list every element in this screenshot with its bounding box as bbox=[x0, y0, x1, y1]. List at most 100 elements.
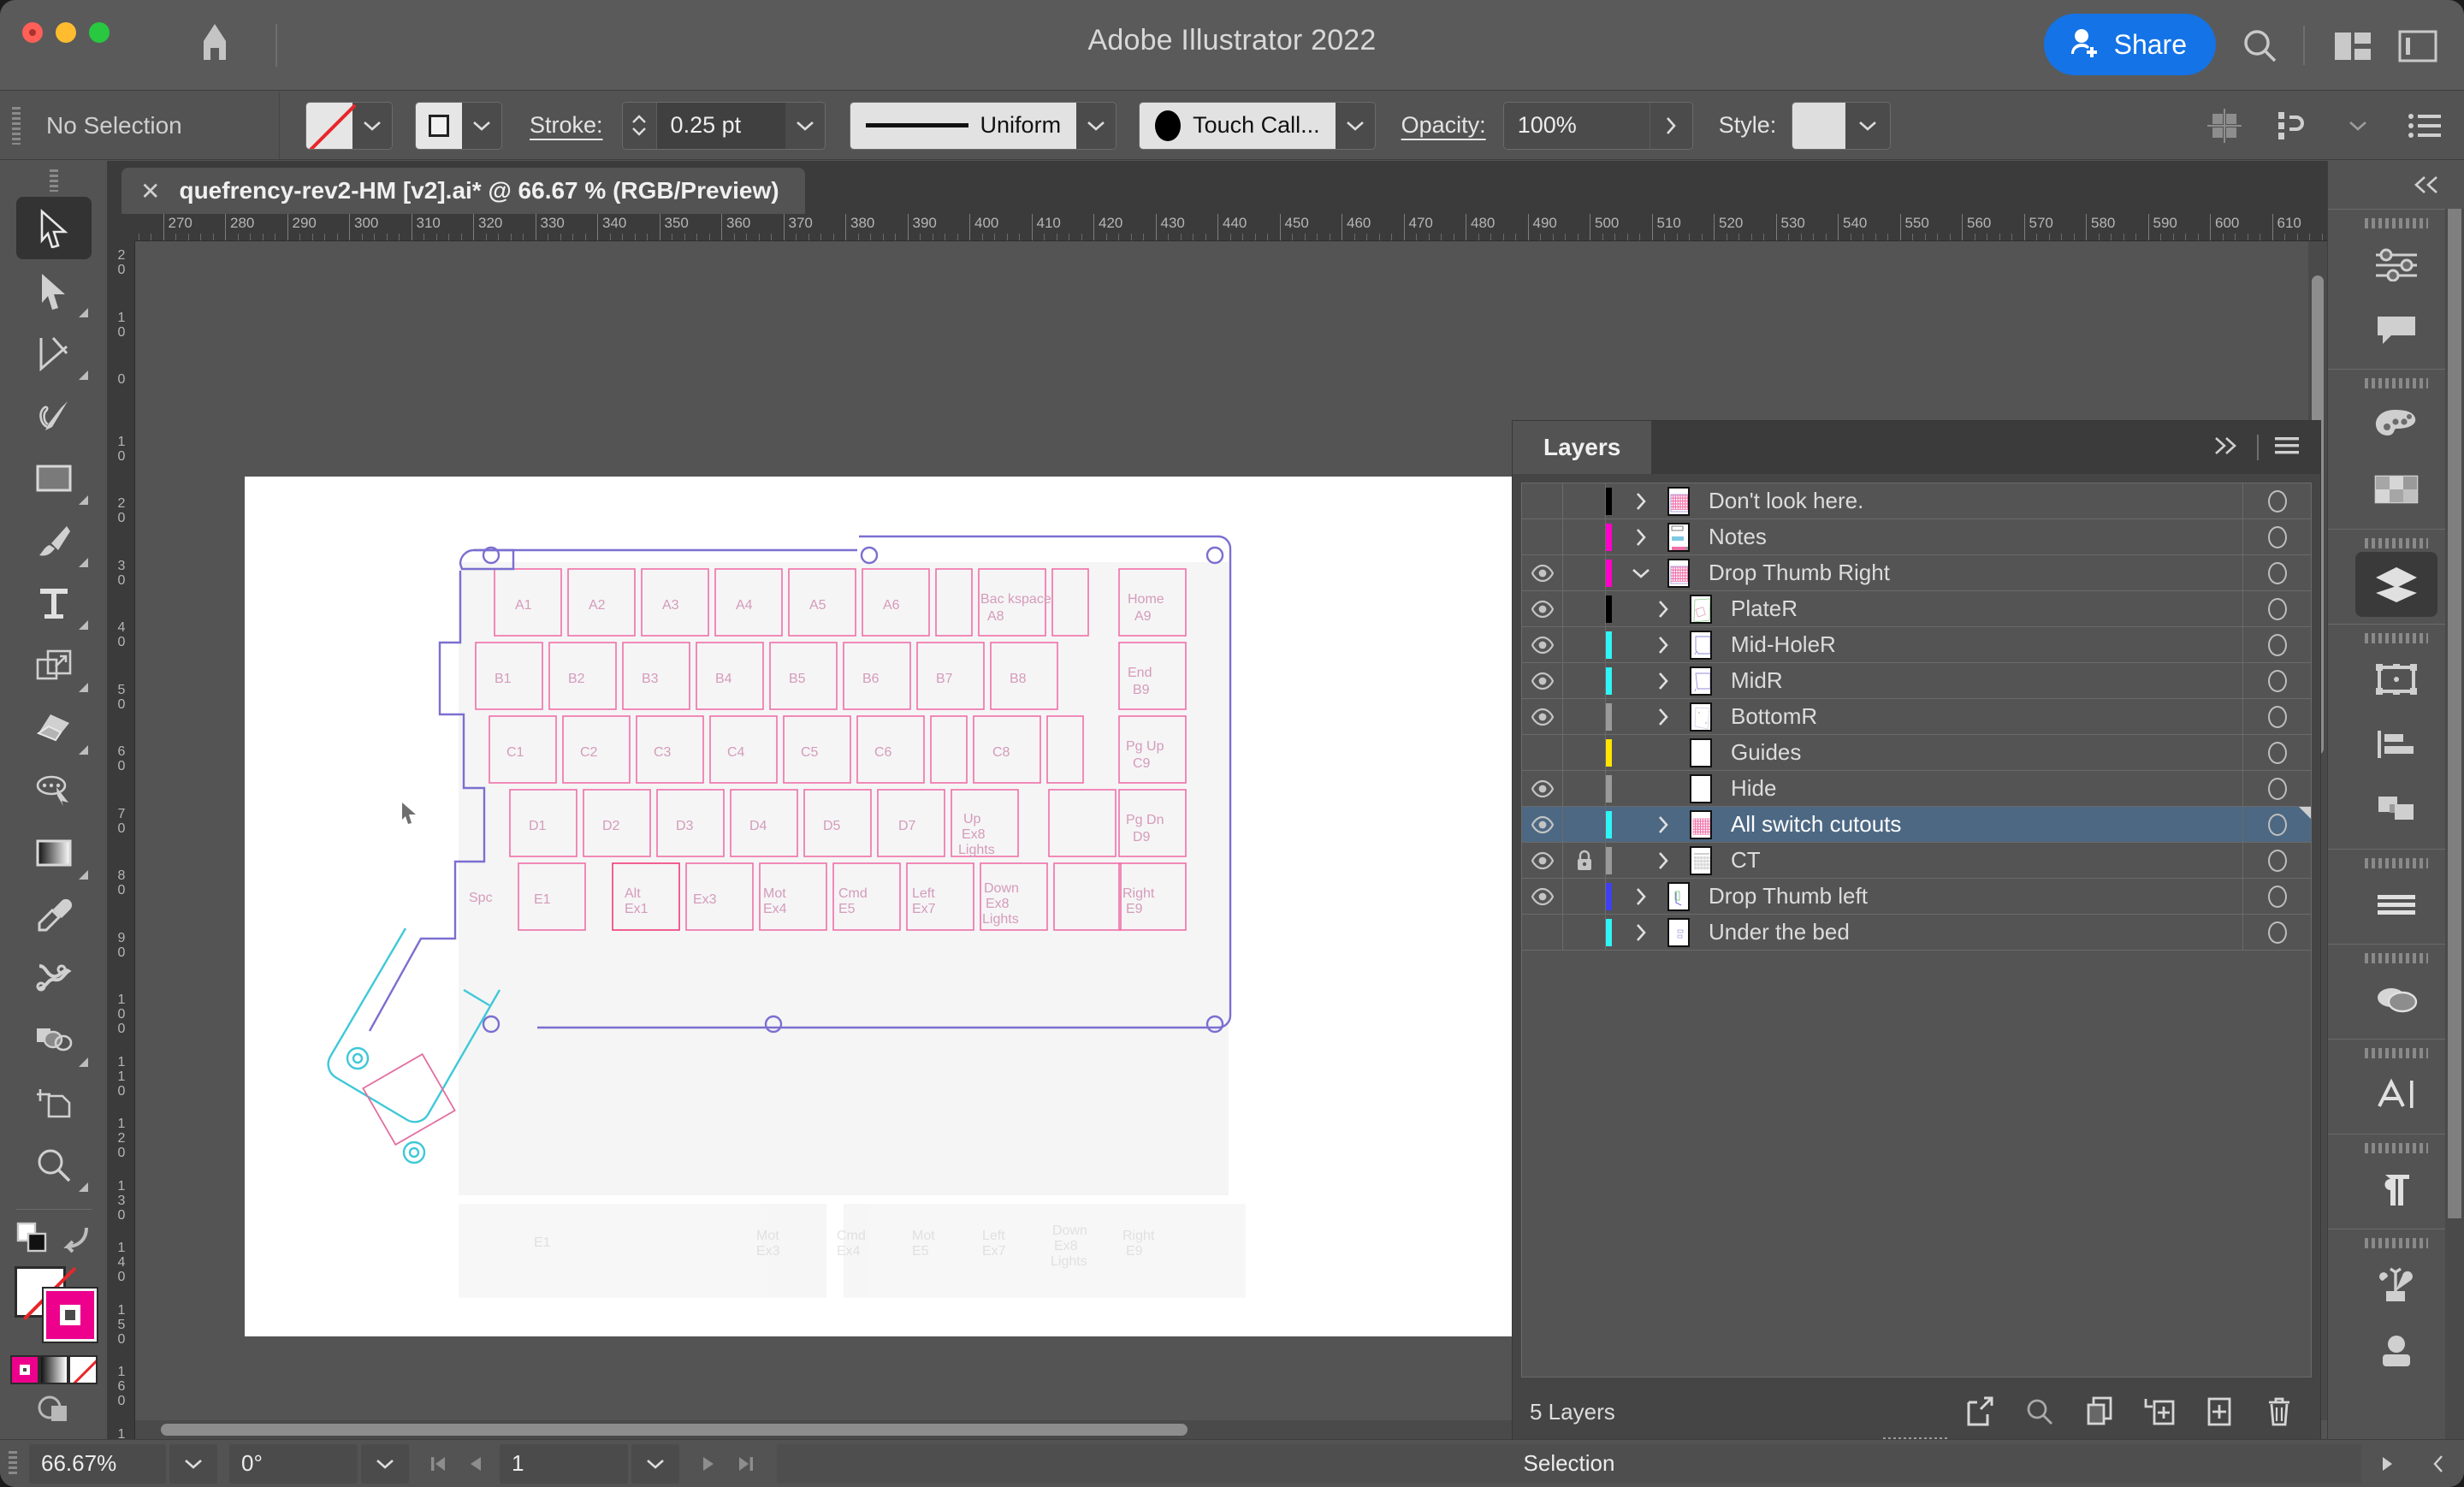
align-icon[interactable] bbox=[2202, 105, 2247, 146]
horizontal-scroll-thumb[interactable] bbox=[161, 1424, 1188, 1436]
magenta-swatch-icon[interactable] bbox=[416, 102, 462, 149]
layer-lock-toggle[interactable] bbox=[1563, 914, 1606, 951]
layer-row[interactable]: PlateR bbox=[1522, 590, 2311, 627]
artboards-icon[interactable] bbox=[2355, 647, 2437, 712]
search-layer-icon[interactable] bbox=[2023, 1393, 2057, 1431]
color-swatch-icon[interactable] bbox=[10, 1355, 39, 1384]
distribute-icon[interactable] bbox=[2269, 105, 2313, 146]
layer-row[interactable]: BottomR bbox=[1522, 698, 2311, 735]
character-type-icon[interactable] bbox=[2355, 1062, 2437, 1127]
shape-builder-tool[interactable] bbox=[16, 1009, 92, 1071]
document-tab[interactable]: ✕ quefrency-rev2-HM [v2].ai* @ 66.67 % (… bbox=[121, 168, 805, 214]
brush-chevron-down-icon[interactable] bbox=[1335, 102, 1375, 149]
chevron-right-icon[interactable] bbox=[1621, 527, 1661, 548]
rotation-field[interactable]: 0° bbox=[229, 1443, 358, 1484]
selection-tool[interactable] bbox=[15, 197, 92, 259]
rectangle-tool[interactable] bbox=[16, 447, 92, 509]
layer-name[interactable]: All switch cutouts bbox=[1719, 811, 2242, 838]
properties-panel-icon[interactable] bbox=[2394, 22, 2442, 70]
dock-group-grip[interactable] bbox=[2364, 1238, 2428, 1248]
dock-group-grip[interactable] bbox=[2364, 538, 2428, 548]
first-page-icon[interactable] bbox=[419, 1444, 457, 1484]
vertical-ruler[interactable]: 2010010203040506070809010011012013014015… bbox=[108, 241, 135, 1439]
none-swatch-icon[interactable] bbox=[306, 102, 352, 149]
eyedropper-tool[interactable] bbox=[16, 884, 92, 946]
status-text[interactable]: Selection bbox=[777, 1443, 2361, 1484]
artboard-number-field[interactable]: 1 bbox=[500, 1443, 628, 1484]
comments-bubble-icon[interactable] bbox=[2355, 297, 2437, 362]
collect-in-new-layer-icon[interactable] bbox=[2082, 1393, 2117, 1431]
layer-row[interactable]: Notes bbox=[1522, 518, 2311, 555]
layer-lock-toggle[interactable] bbox=[1563, 770, 1606, 807]
properties-sliders-icon[interactable] bbox=[2355, 232, 2437, 297]
pathfinder-icon[interactable] bbox=[2355, 777, 2437, 842]
dock-scrollbar[interactable] bbox=[2445, 209, 2464, 1439]
layer-name[interactable]: BottomR bbox=[1719, 703, 2242, 730]
layer-visibility-toggle[interactable] bbox=[1522, 914, 1563, 951]
layer-visibility-toggle[interactable] bbox=[1522, 698, 1563, 735]
default-fill-stroke-icon[interactable] bbox=[16, 1222, 49, 1259]
layer-name[interactable]: Don't look here. bbox=[1697, 488, 2242, 514]
layer-target-circle[interactable] bbox=[2242, 518, 2311, 555]
layer-lock-toggle[interactable] bbox=[1563, 698, 1606, 735]
opacity-label[interactable]: Opacity: bbox=[1401, 112, 1486, 139]
variable-width-profile-combo[interactable]: Uniform bbox=[849, 101, 1117, 150]
chevron-right-icon[interactable] bbox=[1644, 850, 1683, 871]
scissors-tool[interactable] bbox=[16, 946, 92, 1009]
layer-target-circle[interactable] bbox=[2242, 554, 2311, 591]
align-panel-icon[interactable] bbox=[2355, 712, 2437, 777]
layer-visibility-toggle[interactable] bbox=[1522, 806, 1563, 843]
layer-lock-toggle[interactable] bbox=[1563, 878, 1606, 915]
layer-visibility-toggle[interactable] bbox=[1522, 626, 1563, 663]
layer-name[interactable]: Drop Thumb Right bbox=[1697, 560, 2242, 586]
close-icon[interactable]: ✕ bbox=[140, 177, 160, 205]
layer-row[interactable]: Hide bbox=[1522, 770, 2311, 807]
layer-visibility-toggle[interactable] bbox=[1522, 734, 1563, 771]
opacity-value[interactable]: 100% bbox=[1503, 102, 1650, 149]
layer-target-circle[interactable] bbox=[2242, 626, 2311, 663]
dock-group-grip[interactable] bbox=[2364, 953, 2428, 963]
layer-target-circle[interactable] bbox=[2242, 734, 2311, 771]
layer-target-circle[interactable] bbox=[2242, 698, 2311, 735]
layer-visibility-toggle[interactable] bbox=[1522, 770, 1563, 807]
create-new-sublayer-icon[interactable] bbox=[2142, 1393, 2177, 1431]
layer-row[interactable]: CT bbox=[1522, 842, 2311, 879]
layer-target-circle[interactable] bbox=[2242, 914, 2311, 951]
stroke-weight-chevron-down-icon[interactable] bbox=[785, 102, 825, 149]
layer-lock-toggle[interactable] bbox=[1563, 590, 1606, 627]
chevron-right-icon[interactable] bbox=[1644, 671, 1683, 691]
curvature-tool[interactable] bbox=[16, 322, 92, 384]
layer-lock-toggle[interactable] bbox=[1563, 626, 1606, 663]
layer-lock-toggle[interactable] bbox=[1563, 483, 1606, 519]
layer-name[interactable]: CT bbox=[1719, 847, 2242, 874]
layer-name[interactable]: Notes bbox=[1697, 524, 2242, 550]
layer-target-circle[interactable] bbox=[2242, 590, 2311, 627]
layer-row[interactable]: Mid-HoleR bbox=[1522, 626, 2311, 663]
layer-row[interactable]: MidR bbox=[1522, 662, 2311, 699]
gradient-swatch-icon[interactable] bbox=[39, 1355, 68, 1384]
graphic-style-swatch[interactable] bbox=[1792, 102, 1846, 149]
ruler-corner[interactable] bbox=[108, 214, 135, 241]
eraser-tool[interactable] bbox=[16, 696, 92, 759]
paintbrush-tool[interactable] bbox=[16, 509, 92, 572]
dock-group-grip[interactable] bbox=[2364, 218, 2428, 228]
chevron-right-icon[interactable] bbox=[1621, 886, 1661, 907]
layer-target-circle[interactable] bbox=[2242, 878, 2311, 915]
panel-menu-icon[interactable] bbox=[2272, 435, 2301, 461]
chevron-right-icon[interactable] bbox=[1644, 635, 1683, 655]
stroke-weight-stepper[interactable]: 0.25 pt bbox=[621, 101, 826, 150]
layer-lock-toggle[interactable] bbox=[1563, 806, 1606, 843]
search-icon[interactable] bbox=[2236, 22, 2284, 70]
layer-name[interactable]: PlateR bbox=[1719, 595, 2242, 622]
artboard-tool[interactable] bbox=[16, 1071, 92, 1134]
layer-lock-toggle[interactable] bbox=[1563, 554, 1606, 591]
draw-normal-icon[interactable] bbox=[0, 1384, 108, 1432]
transparency-circles-icon[interactable] bbox=[2355, 967, 2437, 1032]
dock-group-grip[interactable] bbox=[2364, 633, 2428, 643]
tab-layers[interactable]: Layers bbox=[1513, 421, 1652, 474]
direct-selection-tool[interactable] bbox=[16, 259, 92, 322]
none-swatch-icon[interactable] bbox=[68, 1355, 98, 1384]
layer-visibility-toggle[interactable] bbox=[1522, 842, 1563, 879]
play-triangle-icon[interactable] bbox=[2361, 1454, 2413, 1473]
gradient-lines-icon[interactable] bbox=[2355, 872, 2437, 937]
